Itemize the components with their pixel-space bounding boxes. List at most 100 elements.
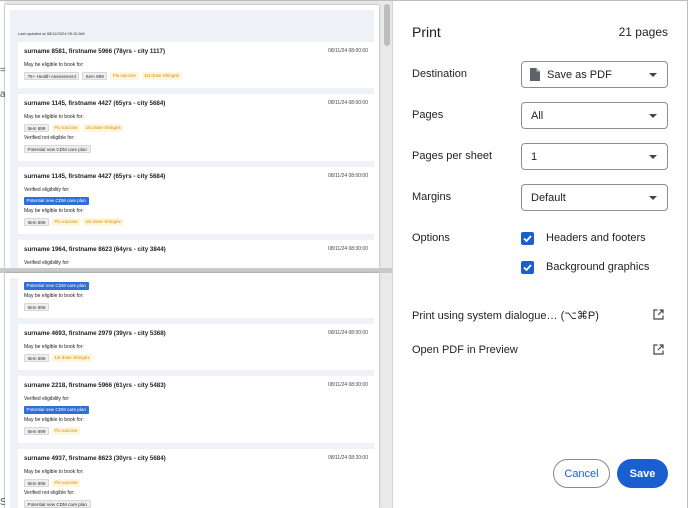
destination-label: Destination [412, 68, 468, 80]
card-header: surname 2218, firstname 5966 (61yrs - ci… [24, 382, 368, 392]
tag-row: 75+ Health Assessment Item 699 Flu vaccine… [24, 72, 185, 81]
eligibility-tag: Flu vaccine [51, 427, 81, 435]
eligibility-tag: 1st dose Shingrix [51, 354, 93, 362]
margins-value: Default [531, 192, 566, 204]
card-header: surname 8581, firstname 5966 (78yrs - ci… [24, 48, 368, 58]
destination-select[interactable]: Save as PDF [521, 61, 668, 88]
patient-card: surname 1964, firstname 8623 (64yrs - ci… [18, 240, 374, 268]
chevron-down-icon [649, 196, 657, 200]
eligibility-tag: Potential new CDM care plan [24, 145, 91, 153]
checkmark-icon [523, 264, 532, 272]
underlying-page-edge: = a S [0, 0, 7, 508]
card-header: surname 1964, firstname 8623 (64yrs - ci… [24, 246, 368, 256]
patient-card: surname 2218, firstname 5966 (61yrs - ci… [18, 376, 374, 443]
eligibility-tag: Flu vaccine [51, 479, 81, 487]
patient-name: surname 1145, firstname 4427 (65yrs - ci… [24, 100, 166, 107]
card-text-line: May be eligible to book for: [24, 469, 84, 475]
patient-card: surname 4937, firstname 8623 (30yrs - ci… [18, 449, 374, 508]
card-text-line: May be eligible to book for: [24, 114, 84, 120]
card-text-line: May be eligible to book for: [24, 293, 84, 299]
eligibility-tag: Item 699 [24, 303, 49, 311]
patient-name: surname 4693, firstname 2979 (39yrs - ci… [24, 330, 166, 337]
headers-footers-label[interactable]: Headers and footers [546, 232, 646, 244]
preview-page-1[interactable]: Last updated at 08/11/2024 05:15 AM surn… [5, 5, 379, 268]
preview-scrollbar[interactable] [381, 4, 392, 508]
options-label: Options [412, 232, 450, 244]
eligibility-tag: Potential new CDM care plan [24, 282, 89, 290]
pages-per-sheet-select[interactable]: 1 [521, 143, 668, 170]
checkmark-icon [523, 235, 532, 243]
eligibility-tag: Potential new CDM care plan [24, 500, 91, 508]
card-header: surname 4693, firstname 2979 (39yrs - ci… [24, 330, 368, 340]
card-text-line: Verified eligibility for: [24, 260, 70, 266]
open-external-icon[interactable] [653, 344, 664, 355]
chevron-down-icon [649, 155, 657, 159]
scrollbar-thumb[interactable] [384, 4, 390, 46]
open-external-icon[interactable] [653, 309, 664, 320]
eligibility-tag: Item 699 [24, 479, 49, 487]
tag-row: Potential new CDM care plan [24, 406, 92, 415]
eligibility-tag: Flu vaccine [51, 124, 81, 132]
print-preview-area[interactable]: = a S Last updated at 08/11/2024 05:15 A… [0, 0, 393, 508]
save-button[interactable]: Save [617, 459, 668, 488]
system-dialogue-link[interactable]: Print using system dialogue… (⌥⌘P) [412, 309, 599, 322]
card-header: surname 1145, firstname 4427 (65yrs - ci… [24, 100, 368, 110]
open-pdf-preview-link[interactable]: Open PDF in Preview [412, 344, 518, 356]
card-date: 08/11/24 08:00:00 [328, 48, 368, 54]
patient-card: surname 1145, firstname 4427 (65yrs - ci… [18, 167, 374, 234]
dialog-title: Print [412, 24, 441, 40]
eligibility-tag: 1st dose Shingrix [83, 124, 124, 132]
tag-row: Item 699 Flu vaccine 1st dose Shingrix [24, 124, 126, 133]
cancel-button[interactable]: Cancel [553, 459, 610, 488]
patient-name: surname 8581, firstname 5966 (78yrs - ci… [24, 48, 166, 55]
pages-per-sheet-value: 1 [531, 151, 538, 163]
patient-name: surname 1964, firstname 8623 (64yrs - ci… [24, 246, 166, 253]
tag-row: Potential new CDM care plan [24, 197, 92, 206]
page-count: 21 pages [618, 25, 668, 39]
card-text-line: Verified not eligible for: [24, 135, 75, 141]
margins-select[interactable]: Default [521, 184, 668, 211]
tag-row: Potential new CDM care plan [24, 500, 94, 508]
print-settings-panel: Print 21 pages Destination Save as PDF P… [394, 0, 688, 508]
background-graphics-checkbox[interactable] [521, 261, 534, 274]
preview-page-content: Potential new CDM care plan May be eligib… [10, 278, 374, 508]
tag-row: Item 699 1st dose Shingrix [24, 354, 95, 363]
card-header: surname 1145, firstname 4427 (65yrs - ci… [24, 173, 368, 183]
preview-page-content: Last updated at 08/11/2024 05:15 AM surn… [10, 10, 374, 268]
card-header: surname 4937, firstname 8623 (30yrs - ci… [24, 455, 368, 465]
pages-select[interactable]: All [521, 102, 668, 129]
card-text-line: May be eligible to book for: [24, 417, 84, 423]
eligibility-tag: Potential new CDM care plan [24, 197, 89, 205]
patient-card-continued: Potential new CDM care plan May be eligib… [18, 278, 374, 318]
eligibility-tag: 1st dose Shingrix [83, 218, 124, 226]
eligibility-tag: Item 699 [24, 124, 49, 132]
eligibility-tag: 1st dose Shingrix [141, 72, 182, 80]
preview-page-2[interactable]: Potential new CDM care plan May be eligib… [5, 273, 379, 508]
eligibility-tag: Flu vaccine [110, 72, 139, 80]
tag-row: Item 699 [24, 303, 52, 312]
patient-card: surname 8581, firstname 5966 (78yrs - ci… [18, 42, 374, 88]
eligibility-tag: Potential new CDM care plan [24, 406, 89, 414]
tag-row: Item 699 Flu vaccine [24, 427, 83, 436]
card-date: 08/11/24 08:00:00 [328, 100, 368, 106]
eligibility-tag: Item 699 [24, 354, 49, 362]
card-text-line: May be eligible to book for: [24, 344, 84, 350]
card-text-line: May be eligible to book for: [24, 208, 84, 214]
destination-value: Save as PDF [547, 69, 612, 81]
tag-row: Potential new CDM care plan [24, 282, 92, 291]
patient-card: surname 1145, firstname 4427 (65yrs - ci… [18, 94, 374, 161]
patient-name: surname 2218, firstname 5966 (61yrs - ci… [24, 382, 166, 389]
tag-row: Potential new CDM care plan [24, 145, 94, 154]
eligibility-tag: Flu vaccine [51, 218, 81, 226]
card-date: 08/11/24 08:00:00 [328, 382, 368, 388]
patient-name: surname 1145, firstname 4427 (65yrs - ci… [24, 173, 166, 180]
patient-name: surname 4937, firstname 8623 (30yrs - ci… [24, 455, 166, 462]
card-date: 08/11/24 08:00:00 [328, 330, 368, 336]
eligibility-tag: Item 699 [82, 72, 108, 80]
eligibility-tag: Item 699 [24, 218, 49, 226]
card-text-line: Verified eligibility for: [24, 187, 70, 193]
pages-label: Pages [412, 109, 444, 121]
background-graphics-label[interactable]: Background graphics [546, 261, 649, 273]
headers-footers-checkbox[interactable] [521, 232, 534, 245]
pages-value: All [531, 110, 544, 122]
